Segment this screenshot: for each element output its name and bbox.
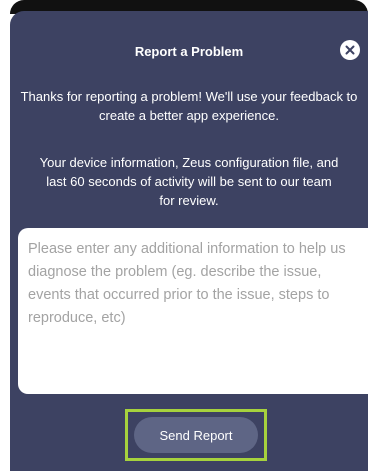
device-info-text: Your device information, Zeus configurat… xyxy=(10,153,368,210)
dialog-title: Report a Problem xyxy=(134,44,244,59)
send-report-button[interactable]: Send Report xyxy=(134,417,258,453)
close-button[interactable] xyxy=(340,40,360,60)
device-info-line: for review. xyxy=(159,193,219,208)
device-info-line: Your device information, Zeus configurat… xyxy=(39,155,339,170)
send-report-highlight: Send Report xyxy=(125,409,267,461)
report-problem-dialog: Report a Problem Thanks for reporting a … xyxy=(10,11,368,471)
close-icon xyxy=(345,45,355,55)
additional-info-input[interactable] xyxy=(18,228,368,394)
intro-text: Thanks for reporting a problem! We'll us… xyxy=(20,89,358,123)
device-info-line: last 60 seconds of activity will be sent… xyxy=(46,174,332,189)
